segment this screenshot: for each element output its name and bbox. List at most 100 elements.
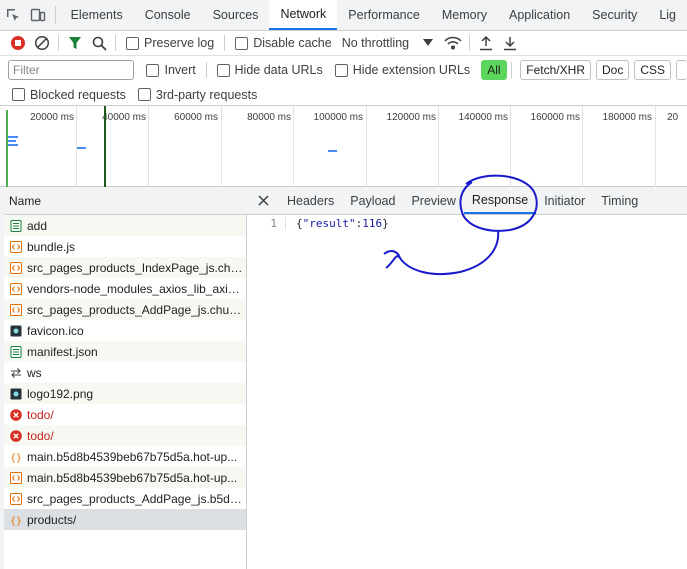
filter-toggle-button[interactable] [63,31,87,55]
json-value: 116 [362,217,383,230]
throttling-select[interactable]: No throttling [342,36,434,50]
request-row[interactable]: vendors-node_modules_axios_lib_axios... [4,278,246,299]
tab-response[interactable]: Response [463,187,537,214]
line-number: 1 [270,217,277,230]
dom-loaded-marker [6,110,8,187]
type-filter-doc[interactable]: Doc [595,60,630,80]
request-row[interactable]: favicon.ico [4,320,246,341]
request-row[interactable]: todo/ [4,404,246,425]
caret-down-icon [423,39,434,46]
request-row[interactable]: ws [4,362,246,383]
import-har-button[interactable] [474,31,498,55]
request-row[interactable]: src_pages_products_AddPage_js.b5d8b... [4,488,246,509]
tab-payload[interactable]: Payload [342,187,403,214]
divider [58,35,59,51]
filter-input[interactable]: Filter [8,60,135,80]
response-body[interactable]: 1 {"result":116} [247,217,389,230]
search-icon [92,36,107,51]
type-filter-css[interactable]: CSS [634,60,672,80]
script-icon [9,240,22,253]
tab-network[interactable]: Network [269,0,338,30]
timeline-tick-label: 20000 ms [30,112,74,123]
request-name: manifest.json [27,344,98,359]
type-filter-all[interactable]: All [481,60,507,80]
checkbox-box[interactable] [235,36,249,50]
request-row[interactable]: {} main.b5d8b4539beb67b75d5a.hot-up... [4,446,246,467]
tab-preview[interactable]: Preview [403,187,463,214]
close-icon [257,195,269,206]
tab-elements[interactable]: Elements [60,0,134,30]
type-filter-fetch-xhr[interactable]: Fetch/XHR [520,60,591,80]
svg-text:{}: {} [10,516,22,526]
tab-security[interactable]: Security [581,0,648,30]
checkbox-box[interactable] [12,88,25,101]
record-button[interactable] [6,31,30,55]
name-column-header[interactable]: Name [4,187,247,215]
third-party-checkbox[interactable]: 3rd-party requests [137,88,257,102]
export-har-button[interactable] [498,31,522,55]
funnel-icon [69,37,81,49]
document-icon [9,345,22,358]
response-line[interactable]: {"result":116} [285,217,389,230]
network-overview[interactable]: 20000 ms 40000 ms 60000 ms 80000 ms 1000… [0,106,687,187]
request-bar [328,150,337,152]
clear-button[interactable] [30,31,54,55]
request-row[interactable]: src_pages_products_IndexPage_js.chun... [4,257,246,278]
tab-console[interactable]: Console [134,0,202,30]
timeline-tick-label: 100000 ms [313,112,363,123]
download-icon [504,36,517,50]
tab-initiator[interactable]: Initiator [536,187,593,214]
request-name: src_pages_products_AddPage_js.b5d8b... [27,491,246,506]
request-row[interactable]: main.b5d8b4539beb67b75d5a.hot-up... [4,467,246,488]
wifi-settings-icon [444,36,462,50]
request-name: todo/ [27,428,54,443]
request-row[interactable]: logo192.png [4,383,246,404]
checkbox-box[interactable] [216,63,230,77]
request-row[interactable]: todo/ [4,425,246,446]
filter-bar-secondary: Blocked requests 3rd-party requests [0,84,687,106]
device-icon [30,8,46,22]
hide-data-urls-label: Hide data URLs [234,63,323,77]
tab-sources[interactable]: Sources [202,0,270,30]
filter-bar: Filter Invert Hide data URLs Hide extens… [0,57,687,83]
search-button[interactable] [87,31,111,55]
script-icon [9,261,22,274]
script-icon [9,303,22,316]
checkbox-box[interactable] [126,36,139,50]
request-row[interactable]: manifest.json [4,341,246,362]
checkbox-box[interactable] [334,63,348,77]
close-detail-button[interactable] [247,187,279,214]
request-row[interactable]: bundle.js [4,236,246,257]
timeline-tick-label: 120000 ms [386,112,436,123]
device-toolbar-button[interactable] [25,0,50,30]
inspect-element-button[interactable] [0,0,25,30]
checkbox-box[interactable] [146,63,160,77]
detail-tab-bar: Headers Payload Preview Response Initiat… [247,187,687,215]
timeline-tick-label: 160000 ms [530,112,580,123]
devtools-tab-bar: Elements Console Sources Network Perform… [0,0,687,31]
name-column-label: Name [9,193,42,208]
disable-cache-checkbox[interactable]: Disable cache [235,36,332,50]
blocked-requests-checkbox[interactable]: Blocked requests [12,88,126,102]
request-name: src_pages_products_AddPage_js.chunk.js [27,302,246,317]
request-row[interactable]: add [4,215,246,236]
type-filter-more[interactable] [676,60,687,80]
request-row[interactable]: {} products/ [4,509,246,530]
tab-headers[interactable]: Headers [279,187,342,214]
invert-checkbox[interactable]: Invert [146,63,196,77]
hide-data-urls-checkbox[interactable]: Hide data URLs [216,63,323,77]
tab-application[interactable]: Application [498,0,581,30]
checkbox-box[interactable] [137,88,151,101]
tab-memory[interactable]: Memory [431,0,498,30]
request-bar [77,147,86,149]
request-rows: add bundle.js src_pages_products_IndexPage… [4,215,246,530]
tab-lighthouse[interactable]: Lig [648,0,687,30]
tab-performance[interactable]: Performance [337,0,431,30]
tab-timing[interactable]: Timing [593,187,646,214]
request-row[interactable]: src_pages_products_AddPage_js.chunk.js [4,299,246,320]
preserve-log-checkbox[interactable]: Preserve log [126,36,214,50]
network-conditions-button[interactable] [441,31,465,55]
hide-extension-urls-checkbox[interactable]: Hide extension URLs [334,63,470,77]
fetch-icon: {} [9,450,22,463]
timeline-tick-label: 180000 ms [602,112,652,123]
